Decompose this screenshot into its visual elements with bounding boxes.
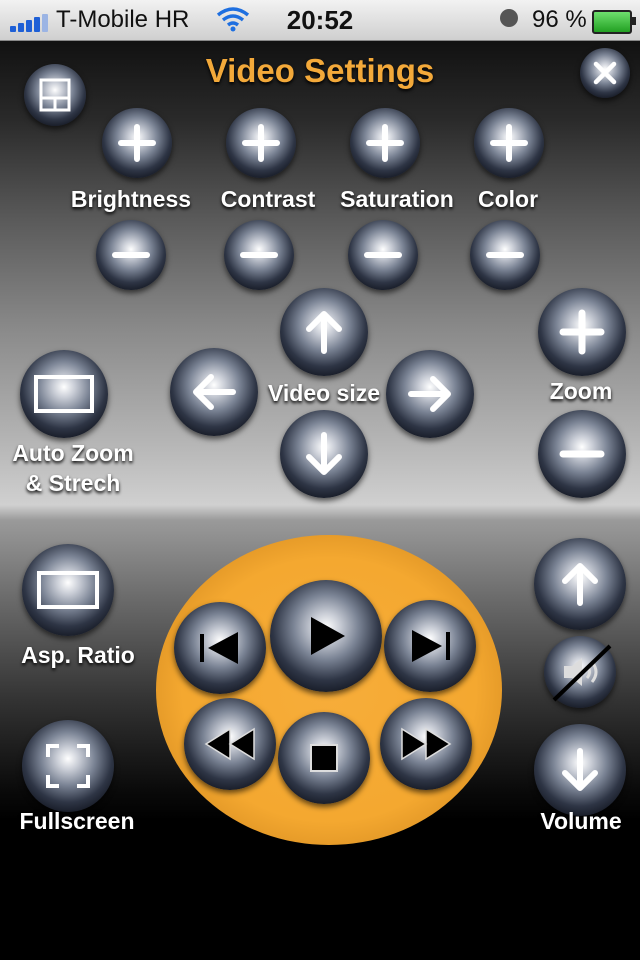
zoom-label: Zoom [549,378,613,404]
play-icon [311,617,345,655]
volume-label: Volume [540,808,622,834]
fast-forward-button[interactable] [380,698,472,790]
auto-zoom-button[interactable] [20,350,108,438]
contrast-decrease-button[interactable] [224,220,294,290]
contrast-increase-button[interactable] [226,108,296,178]
zoom-out-button[interactable] [538,410,626,498]
video-size-up-button[interactable] [280,288,368,376]
minus-icon [559,450,605,458]
aspect-ratio-label: Asp. Ratio [21,642,135,668]
saturation-decrease-button[interactable] [348,220,418,290]
skip-back-icon [200,632,238,664]
minus-icon [240,252,278,258]
video-size-down-button[interactable] [280,410,368,498]
auto-zoom-label-line1: Auto Zoom [12,440,134,466]
color-decrease-button[interactable] [470,220,540,290]
alarm-clock-icon [500,9,518,27]
screen-rectangle-icon [34,375,94,413]
rewind-icon [204,727,255,761]
arrow-down-icon [562,748,598,791]
color-increase-button[interactable] [474,108,544,178]
next-track-button[interactable] [384,600,476,692]
arrow-down-icon [306,432,342,475]
battery-percent: 96 % [532,6,587,33]
auto-zoom-label-line2: & Strech [25,470,121,496]
stop-icon [310,744,338,772]
layout-grid-icon [39,78,71,112]
volume-down-button[interactable] [534,724,626,816]
close-button[interactable] [580,48,630,98]
battery-icon [592,10,636,34]
play-button[interactable] [270,580,382,692]
plus-icon [242,124,280,162]
fullscreen-corners-icon [46,744,90,788]
saturation-increase-button[interactable] [350,108,420,178]
arrow-up-icon [562,563,598,606]
mute-button[interactable] [544,636,616,708]
minus-icon [486,252,524,258]
fast-forward-icon [401,727,452,761]
arrow-up-icon [306,311,342,354]
layout-button[interactable] [24,64,86,126]
close-icon [593,61,617,85]
arrow-right-icon [408,376,451,412]
previous-track-button[interactable] [174,602,266,694]
page-title: Video Settings [205,52,435,89]
plus-icon [366,124,404,162]
speaker-muted-icon [552,644,612,702]
fullscreen-button[interactable] [22,720,114,812]
brightness-decrease-button[interactable] [96,220,166,290]
stop-button[interactable] [278,712,370,804]
fullscreen-label: Fullscreen [19,808,135,834]
aspect-ratio-button[interactable] [22,544,114,636]
zoom-in-button[interactable] [538,288,626,376]
contrast-label: Contrast [220,186,316,212]
minus-icon [364,252,402,258]
minus-icon [112,252,150,258]
saturation-label: Saturation [340,186,454,212]
color-label: Color [477,186,539,212]
plus-icon [559,309,605,355]
rewind-button[interactable] [184,698,276,790]
skip-forward-icon [412,630,450,662]
video-size-label: Video size [267,380,381,406]
volume-up-button[interactable] [534,538,626,630]
video-size-right-button[interactable] [386,350,474,438]
arrow-left-icon [193,374,236,410]
brightness-label: Brightness [70,186,192,212]
screen-rectangle-icon [37,571,99,609]
plus-icon [490,124,528,162]
status-bar: T-Mobile HR 20:52 96 % [0,0,640,41]
video-size-left-button[interactable] [170,348,258,436]
plus-icon [118,124,156,162]
brightness-increase-button[interactable] [102,108,172,178]
